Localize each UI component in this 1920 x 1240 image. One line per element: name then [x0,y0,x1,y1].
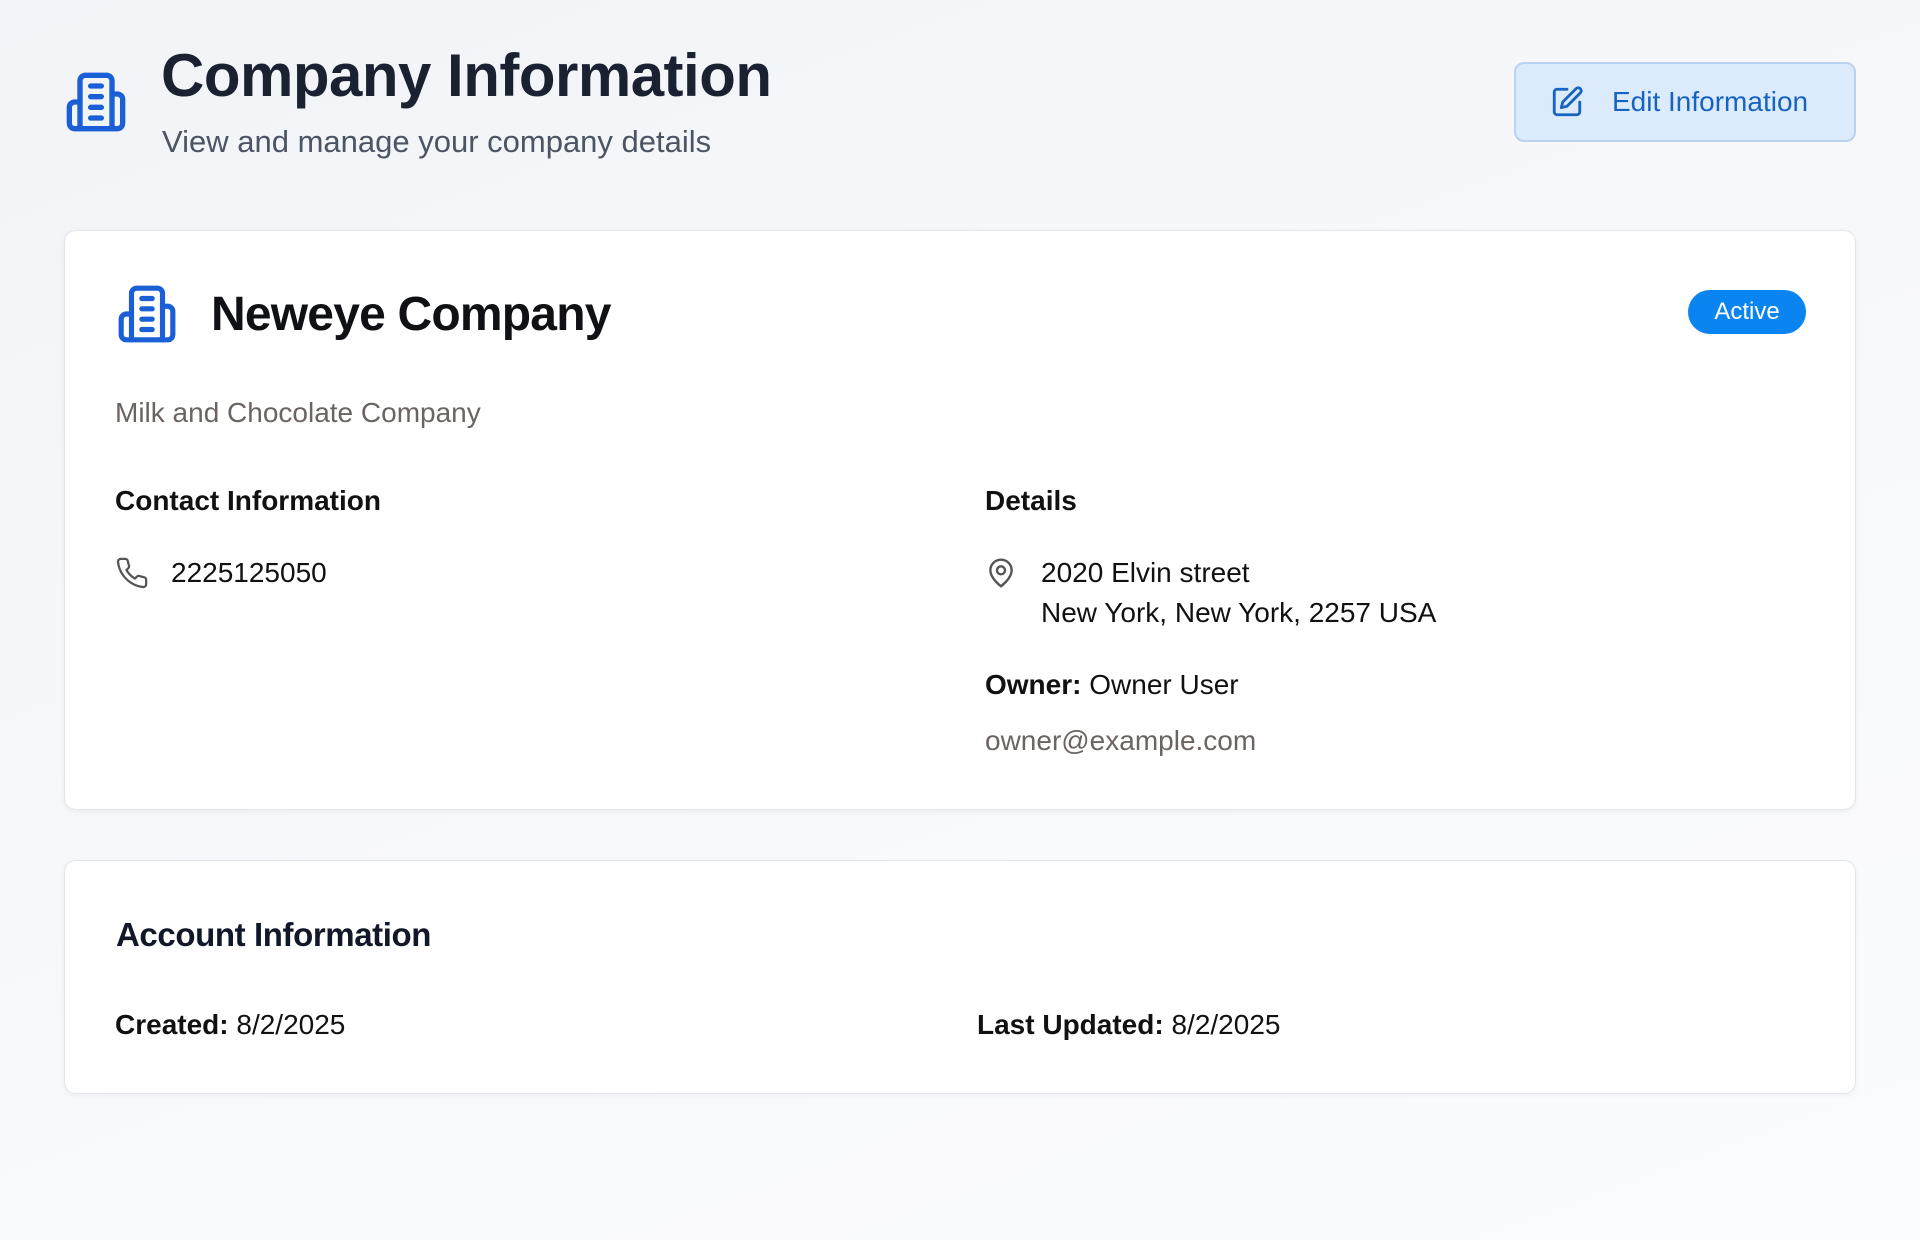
details-heading: Details [985,485,1077,516]
phone-icon [115,556,149,590]
owner-email: owner@example.com [985,725,1257,756]
map-pin-icon [985,557,1017,589]
created-date: Created: 8/2/2025 [115,1005,345,1045]
created-label: Created: [115,1009,229,1040]
contact-information-heading: Contact Information [115,485,381,516]
status-badge: Active [1688,290,1806,334]
page-title: Company Information [161,42,772,109]
owner-name: Owner User [1089,669,1239,700]
owner-row: Owner: Owner User [985,665,1239,705]
edit-information-button[interactable]: Edit Information [1514,62,1856,142]
edit-information-label: Edit Information [1612,86,1809,117]
page-header: Company Information View and manage your… [64,40,1856,170]
account-information-card: Account Information Created: 8/2/2025 La… [64,860,1856,1094]
account-information-heading: Account Information [116,916,432,953]
phone-value: 2225125050 [171,557,327,588]
building-icon [116,283,178,345]
building-icon [64,70,128,134]
edit-icon [1550,85,1584,119]
address-line-1: 2020 Elvin street [1041,557,1250,588]
page-subtitle: View and manage your company details [162,124,712,159]
last-updated-date: Last Updated: 8/2/2025 [977,1005,1280,1045]
company-description: Milk and Chocolate Company [115,397,481,428]
company-card: Neweye Company Active Milk and Chocolate… [64,230,1856,810]
last-updated-value: 8/2/2025 [1171,1009,1281,1040]
company-name: Neweye Company [211,288,611,341]
last-updated-label: Last Updated: [977,1009,1164,1040]
phone-row: 2225125050 [115,553,327,593]
owner-label: Owner: [985,669,1082,700]
created-value: 8/2/2025 [236,1009,346,1040]
address-line-2: New York, New York, 2257 USA [1041,597,1437,628]
